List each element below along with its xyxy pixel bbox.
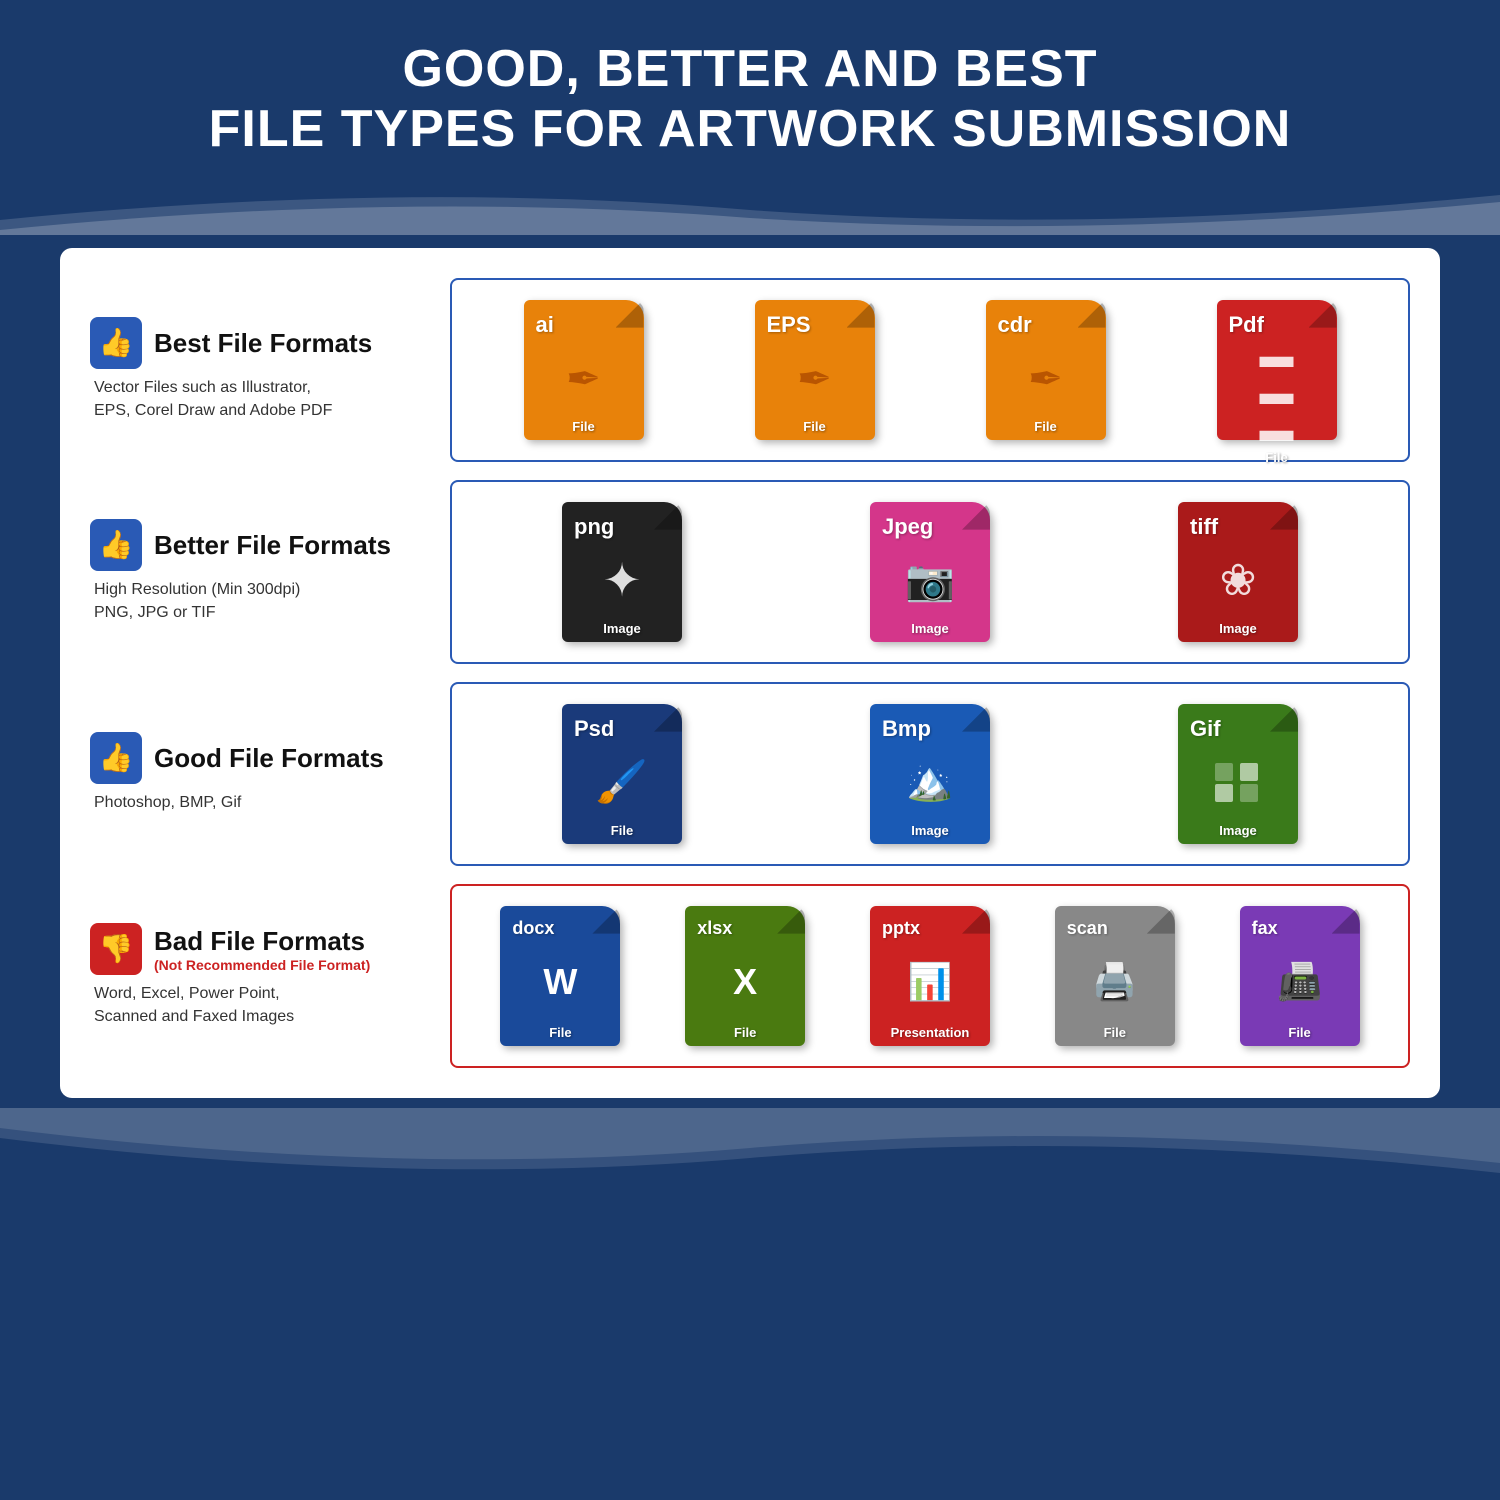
file-icon-pdf: Pdf ▬▬▬ File [1207,300,1347,440]
file-icon-gif: Gif Image [1168,704,1308,844]
better-label-top: 👍 Better File Formats [90,519,430,571]
xlsx-graphic: X [733,961,757,1003]
file-icon-pptx: pptx 📊 Presentation [860,906,1000,1046]
bad-label-title: Bad File Formats [154,926,370,957]
file-shape-ai: ai ✒ File [524,300,644,440]
file-icon-jpeg: Jpeg 📷 Image [860,502,1000,642]
file-icon-psd: Psd 🖌️ File [552,704,692,844]
bad-label-subtitle-bad: (Not Recommended File Format) [154,957,370,973]
file-icon-eps: EPS ✒ File [745,300,885,440]
bad-label-text-group: Bad File Formats (Not Recommended File F… [154,926,370,973]
file-shape-pptx: pptx 📊 Presentation [870,906,990,1046]
best-icons-container: ai ✒ File EPS ✒ File cdr [450,278,1410,462]
good-label-title: Good File Formats [154,743,384,774]
file-shape-fax: fax 📠 File [1240,906,1360,1046]
file-icon-scan: scan 🖨️ File [1045,906,1185,1046]
swoosh-decoration-bottom [0,1108,1500,1193]
content-area: 👍 Best File Formats Vector Files such as… [60,248,1440,1098]
file-icon-bmp: Bmp 🏔️ Image [860,704,1000,844]
file-shape-jpeg: Jpeg 📷 Image [870,502,990,642]
file-icon-tiff: tiff ❀ Image [1168,502,1308,642]
best-label-section: 👍 Best File Formats Vector Files such as… [90,278,450,462]
pdf-graphic: ▬▬▬ [1260,338,1294,450]
header-line1: GOOD, BETTER AND BEST [402,40,1097,98]
bad-label-subtitle: Word, Excel, Power Point,Scanned and Fax… [90,983,430,1028]
better-row: 👍 Better File Formats High Resolution (M… [90,480,1410,664]
better-icons-container: png ✦ Image Jpeg 📷 Image tiff [450,480,1410,664]
tiff-graphic: ❀ [1220,555,1257,606]
file-shape-tiff: tiff ❀ Image [1178,502,1298,642]
good-icons-container: Psd 🖌️ File Bmp 🏔️ Image Gif [450,682,1410,866]
best-row: 👍 Best File Formats Vector Files such as… [90,278,1410,462]
file-icon-ai: ai ✒ File [514,300,654,440]
bad-label-top: 👎 Bad File Formats (Not Recommended File… [90,923,430,975]
header: GOOD, BETTER AND BEST FILE TYPES FOR ART… [0,0,1500,180]
file-shape-bmp: Bmp 🏔️ Image [870,704,990,844]
psd-graphic: 🖌️ [596,758,648,807]
jpeg-graphic: 📷 [905,557,955,604]
header-line2: FILE TYPES FOR ARTWORK SUBMISSION [209,100,1292,158]
scan-graphic: 🖨️ [1092,961,1137,1003]
file-shape-eps: EPS ✒ File [755,300,875,440]
good-label-top: 👍 Good File Formats [90,732,430,784]
pptx-graphic: 📊 [908,961,953,1003]
best-label-subtitle: Vector Files such as Illustrator,EPS, Co… [90,377,430,422]
eps-graphic: ✒ [797,354,832,403]
ai-graphic: ✒ [566,354,601,403]
main-container: GOOD, BETTER AND BEST FILE TYPES FOR ART… [0,0,1500,1500]
best-label-title: Best File Formats [154,328,372,359]
docx-graphic: W [543,961,577,1003]
bad-row: 👎 Bad File Formats (Not Recommended File… [90,884,1410,1068]
good-label-subtitle: Photoshop, BMP, Gif [90,792,430,814]
swoosh-decoration-top [0,180,1500,240]
file-icon-fax: fax 📠 File [1230,906,1370,1046]
good-thumbs-icon: 👍 [90,732,142,784]
file-icon-cdr: cdr ✒ File [976,300,1116,440]
bad-thumbs-icon: 👎 [90,923,142,975]
file-shape-xlsx: xlsx X File [685,906,805,1046]
file-shape-psd: Psd 🖌️ File [562,704,682,844]
bmp-graphic: 🏔️ [906,760,953,804]
better-thumbs-icon: 👍 [90,519,142,571]
good-row: 👍 Good File Formats Photoshop, BMP, Gif … [90,682,1410,866]
best-thumbs-icon: 👍 [90,317,142,369]
gif-graphic [1215,763,1261,802]
png-graphic: ✦ [603,553,642,607]
file-shape-gif: Gif Image [1178,704,1298,844]
better-label-section: 👍 Better File Formats High Resolution (M… [90,480,450,664]
good-label-section: 👍 Good File Formats Photoshop, BMP, Gif [90,682,450,866]
file-icon-png: png ✦ Image [552,502,692,642]
file-shape-docx: docx W File [500,906,620,1046]
best-label-top: 👍 Best File Formats [90,317,430,369]
header-title: GOOD, BETTER AND BEST FILE TYPES FOR ART… [60,40,1440,160]
file-shape-scan: scan 🖨️ File [1055,906,1175,1046]
file-shape-pdf: Pdf ▬▬▬ File [1217,300,1337,440]
file-icon-docx: docx W File [490,906,630,1046]
file-shape-cdr: cdr ✒ File [986,300,1106,440]
bad-icons-container: docx W File xlsx X File pptx [450,884,1410,1068]
bad-label-section: 👎 Bad File Formats (Not Recommended File… [90,884,450,1068]
file-shape-png: png ✦ Image [562,502,682,642]
fax-graphic: 📠 [1277,961,1322,1003]
file-icon-xlsx: xlsx X File [675,906,815,1046]
better-label-subtitle: High Resolution (Min 300dpi)PNG, JPG or … [90,579,430,624]
cdr-graphic: ✒ [1028,354,1063,403]
better-label-title: Better File Formats [154,530,391,561]
